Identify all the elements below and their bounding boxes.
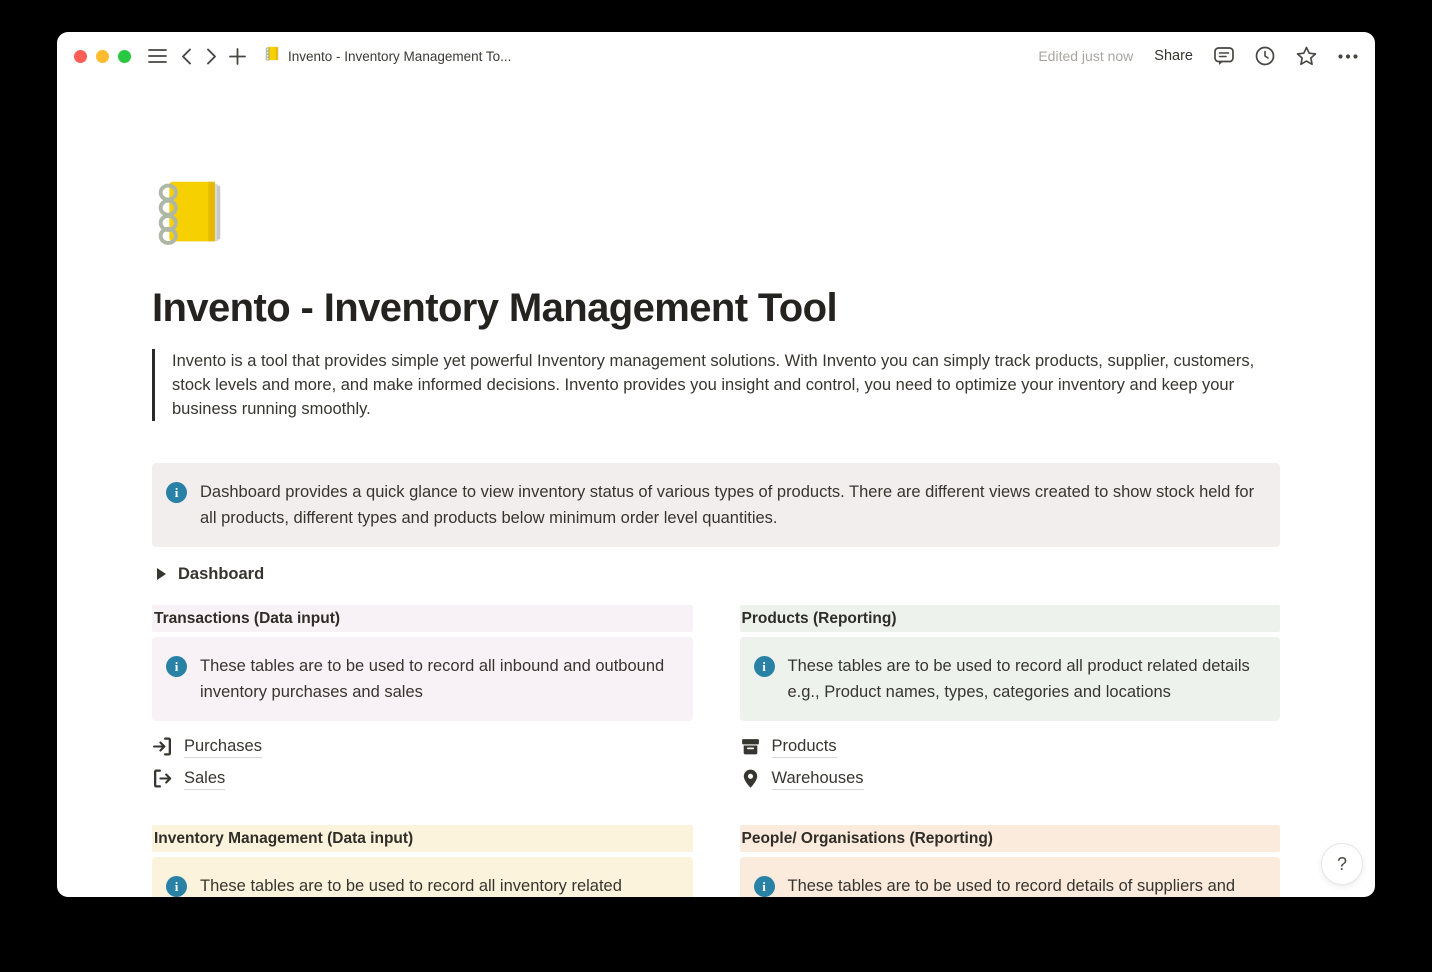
dashboard-toggle-label: Dashboard <box>178 565 264 584</box>
location-pin-icon <box>740 768 761 789</box>
traffic-lights <box>74 50 131 63</box>
archive-box-icon <box>740 736 761 757</box>
info-icon: i <box>754 656 775 677</box>
import-door-icon <box>152 736 173 757</box>
page-content: Invento - Inventory Management Tool Inve… <box>152 172 1280 897</box>
tab-title: Invento - Inventory Management To... <box>288 49 511 64</box>
app-window: Invento - Inventory Management To... Edi… <box>57 32 1375 897</box>
zoom-window-button[interactable] <box>118 50 131 63</box>
section-header-transactions[interactable]: Transactions (Data input) <box>152 605 693 632</box>
people-organisations-callout: i These tables are to be used to record … <box>740 857 1281 897</box>
warehouses-link-label[interactable]: Warehouses <box>772 767 864 790</box>
purchases-link-label[interactable]: Purchases <box>184 735 262 758</box>
inventory-management-callout-text: These tables are to be used to record al… <box>200 873 677 897</box>
dashboard-toggle[interactable]: Dashboard <box>152 560 1280 588</box>
page-tab[interactable]: Invento - Inventory Management To... <box>264 45 511 67</box>
transactions-callout-text: These tables are to be used to record al… <box>200 653 677 705</box>
edited-status: Edited just now <box>1038 48 1133 64</box>
page-link-sales[interactable]: Sales <box>152 762 693 794</box>
products-link-label[interactable]: Products <box>772 735 837 758</box>
inventory-management-callout: i These tables are to be used to record … <box>152 857 693 897</box>
export-door-icon <box>152 768 173 789</box>
sales-link-label[interactable]: Sales <box>184 767 225 790</box>
titlebar-actions: Edited just now Share <box>1038 46 1358 66</box>
info-icon: i <box>754 876 775 897</box>
products-callout: i These tables are to be used to record … <box>740 637 1281 721</box>
sidebar-menu-icon[interactable] <box>148 48 167 64</box>
transactions-links: Purchases Sales <box>152 730 693 794</box>
close-window-button[interactable] <box>74 50 87 63</box>
history-clock-icon[interactable] <box>1255 46 1275 66</box>
transactions-callout: i These tables are to be used to record … <box>152 637 693 721</box>
section-transactions: Transactions (Data input) i These tables… <box>152 605 693 794</box>
comments-icon[interactable] <box>1214 47 1234 66</box>
section-header-inventory-management[interactable]: Inventory Management (Data input) <box>152 825 693 852</box>
page-link-purchases[interactable]: Purchases <box>152 730 693 762</box>
favorite-star-icon[interactable] <box>1296 46 1317 66</box>
sections-grid: Transactions (Data input) i These tables… <box>152 605 1280 897</box>
dashboard-info-callout: i Dashboard provides a quick glance to v… <box>152 463 1280 547</box>
section-inventory-management: Inventory Management (Data input) i Thes… <box>152 825 693 897</box>
page-title: Invento - Inventory Management Tool <box>152 286 1280 331</box>
forward-icon[interactable] <box>206 48 217 65</box>
share-button[interactable]: Share <box>1154 48 1193 64</box>
section-people-organisations: People/ Organisations (Reporting) i Thes… <box>740 825 1281 897</box>
intro-quote: Invento is a tool that provides simple y… <box>152 349 1280 421</box>
info-icon: i <box>166 656 187 677</box>
new-tab-icon[interactable] <box>229 48 246 65</box>
page-icon-notebook[interactable] <box>152 172 230 250</box>
toggle-triangle-icon[interactable] <box>157 568 166 580</box>
title-bar: Invento - Inventory Management To... Edi… <box>57 32 1375 80</box>
minimize-window-button[interactable] <box>96 50 109 63</box>
products-callout-text: These tables are to be used to record al… <box>788 653 1265 705</box>
people-organisations-callout-text: These tables are to be used to record de… <box>788 873 1265 897</box>
dashboard-info-text: Dashboard provides a quick glance to vie… <box>200 479 1264 531</box>
section-header-people-organisations[interactable]: People/ Organisations (Reporting) <box>740 825 1281 852</box>
info-icon: i <box>166 482 187 503</box>
products-links: Products Warehouses <box>740 730 1281 794</box>
more-options-icon[interactable] <box>1338 54 1358 59</box>
info-icon: i <box>166 876 187 897</box>
page-link-warehouses[interactable]: Warehouses <box>740 762 1281 794</box>
back-icon[interactable] <box>181 48 192 65</box>
help-button[interactable]: ? <box>1321 843 1363 885</box>
section-products: Products (Reporting) i These tables are … <box>740 605 1281 794</box>
section-header-products[interactable]: Products (Reporting) <box>740 605 1281 632</box>
notebook-emoji-icon <box>264 45 281 67</box>
page-link-products[interactable]: Products <box>740 730 1281 762</box>
